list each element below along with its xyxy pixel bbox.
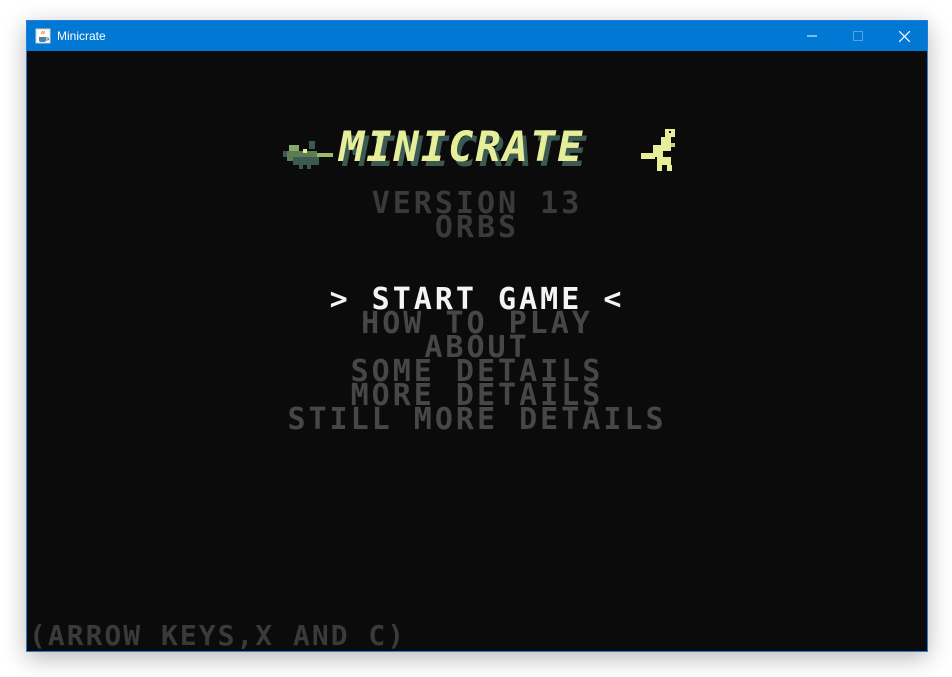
logo-title-highlight: MINICRATE <box>337 123 585 171</box>
game-logo: MINICRATE MINICRATE <box>283 123 675 175</box>
minimize-icon <box>807 35 817 37</box>
game-canvas[interactable]: MINICRATE MINICRATE VERSION 13 ORBS > ST… <box>27 51 927 651</box>
bird-sprite-icon <box>283 141 333 169</box>
subtitle-label: ORBS <box>434 210 520 245</box>
java-cup-icon <box>35 28 51 44</box>
title-bar[interactable]: Minicrate <box>27 21 927 51</box>
maximize-icon <box>853 31 863 41</box>
app-window: Minicrate MINICRATE MINICRATE VERSION 13… <box>26 20 928 652</box>
dinosaur-sprite-icon <box>641 129 675 171</box>
controls-hint: (ARROW KEYS,X AND C) <box>29 619 407 652</box>
menu-still-more-details[interactable]: STILL MORE DETAILS <box>27 405 927 435</box>
maximize-button[interactable] <box>835 21 881 51</box>
window-title: Minicrate <box>57 29 106 43</box>
minimize-button[interactable] <box>789 21 835 51</box>
close-button[interactable] <box>881 21 927 51</box>
close-icon <box>898 30 910 42</box>
